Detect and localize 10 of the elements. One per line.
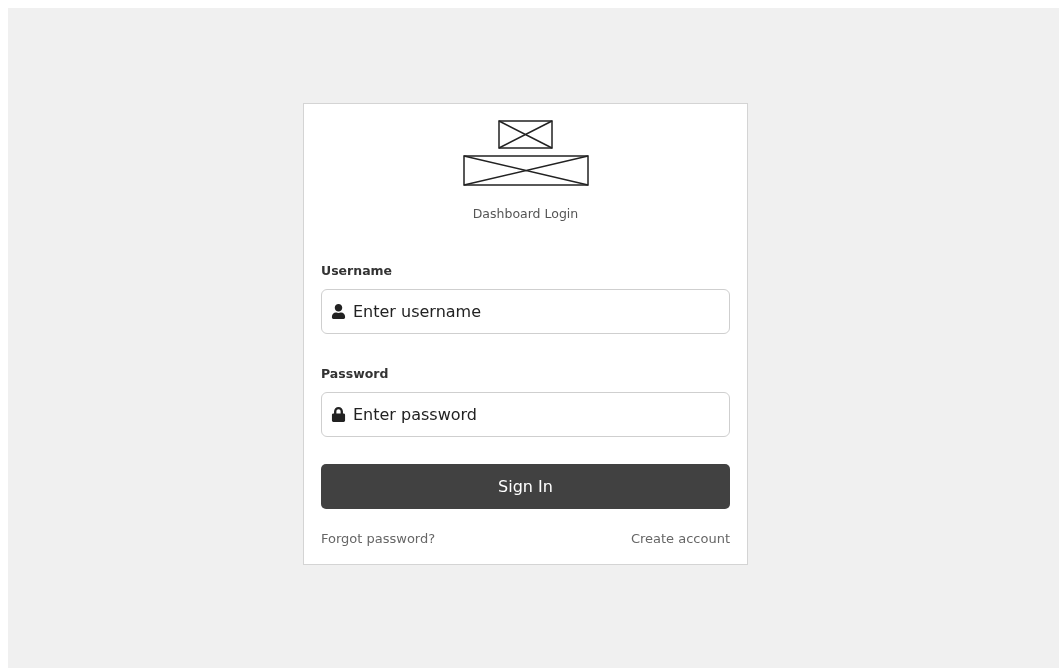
field-label: Username (321, 263, 394, 278)
login-title: Dashboard Login (472, 206, 579, 221)
field-label: Password (321, 366, 390, 381)
input-field[interactable]: Enter password (321, 392, 730, 437)
account-link[interactable]: Create account (630, 531, 730, 546)
lock-icon (331, 407, 346, 422)
account-link[interactable]: Forgot password? (321, 531, 436, 546)
sign-in-button[interactable]: Sign In (321, 464, 730, 509)
input-field[interactable]: Enter username (321, 289, 730, 334)
person-icon (331, 304, 346, 319)
